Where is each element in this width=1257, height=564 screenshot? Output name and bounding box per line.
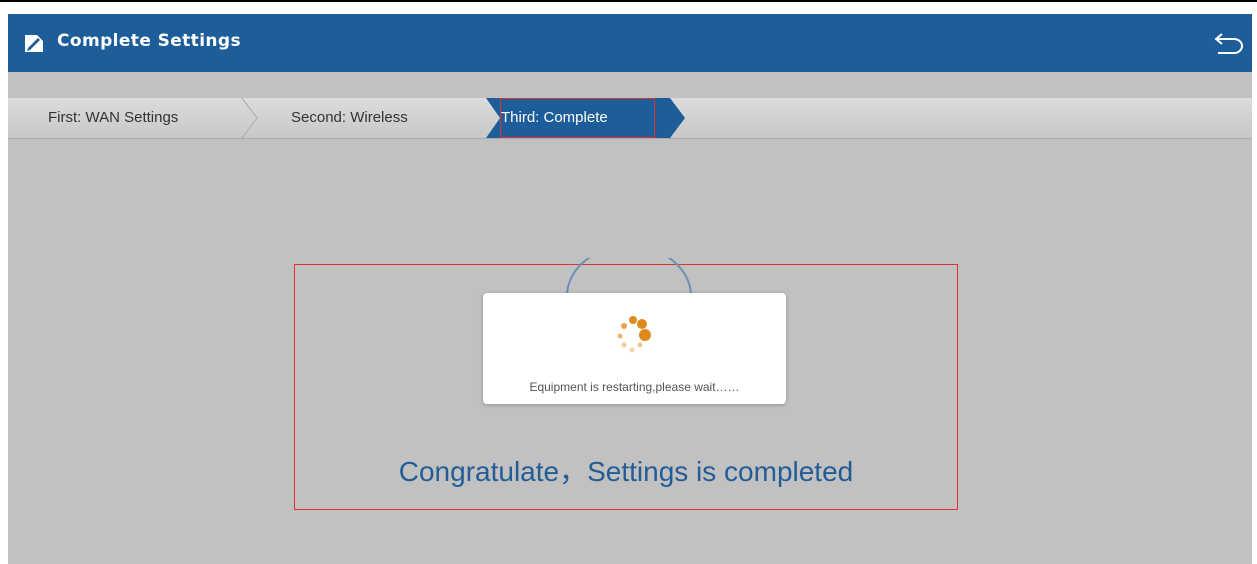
step-separator-icon xyxy=(241,98,258,138)
app-frame: Complete Settings First: WAN Settings Se… xyxy=(8,14,1252,564)
step-wan-settings[interactable]: First: WAN Settings xyxy=(48,98,178,138)
header-bar: Complete Settings xyxy=(8,14,1252,72)
back-arrow-icon[interactable] xyxy=(1212,29,1246,57)
loading-arc-icon xyxy=(566,258,692,297)
settings-note-icon xyxy=(25,35,43,52)
restart-message: Equipment is restarting,please wait…… xyxy=(529,380,740,394)
step-wireless[interactable]: Second: Wireless xyxy=(291,98,408,138)
top-rule xyxy=(0,0,1257,2)
active-step-highlight xyxy=(500,98,655,138)
step-navigation: First: WAN Settings Second: Wireless Thi… xyxy=(8,98,1252,139)
completion-message: Congratulate，Settings is completed xyxy=(398,456,854,487)
loading-spinner-icon xyxy=(617,316,651,353)
restart-dialog: Equipment is restarting,please wait…… xyxy=(483,293,786,404)
page-title: Complete Settings xyxy=(57,31,242,51)
